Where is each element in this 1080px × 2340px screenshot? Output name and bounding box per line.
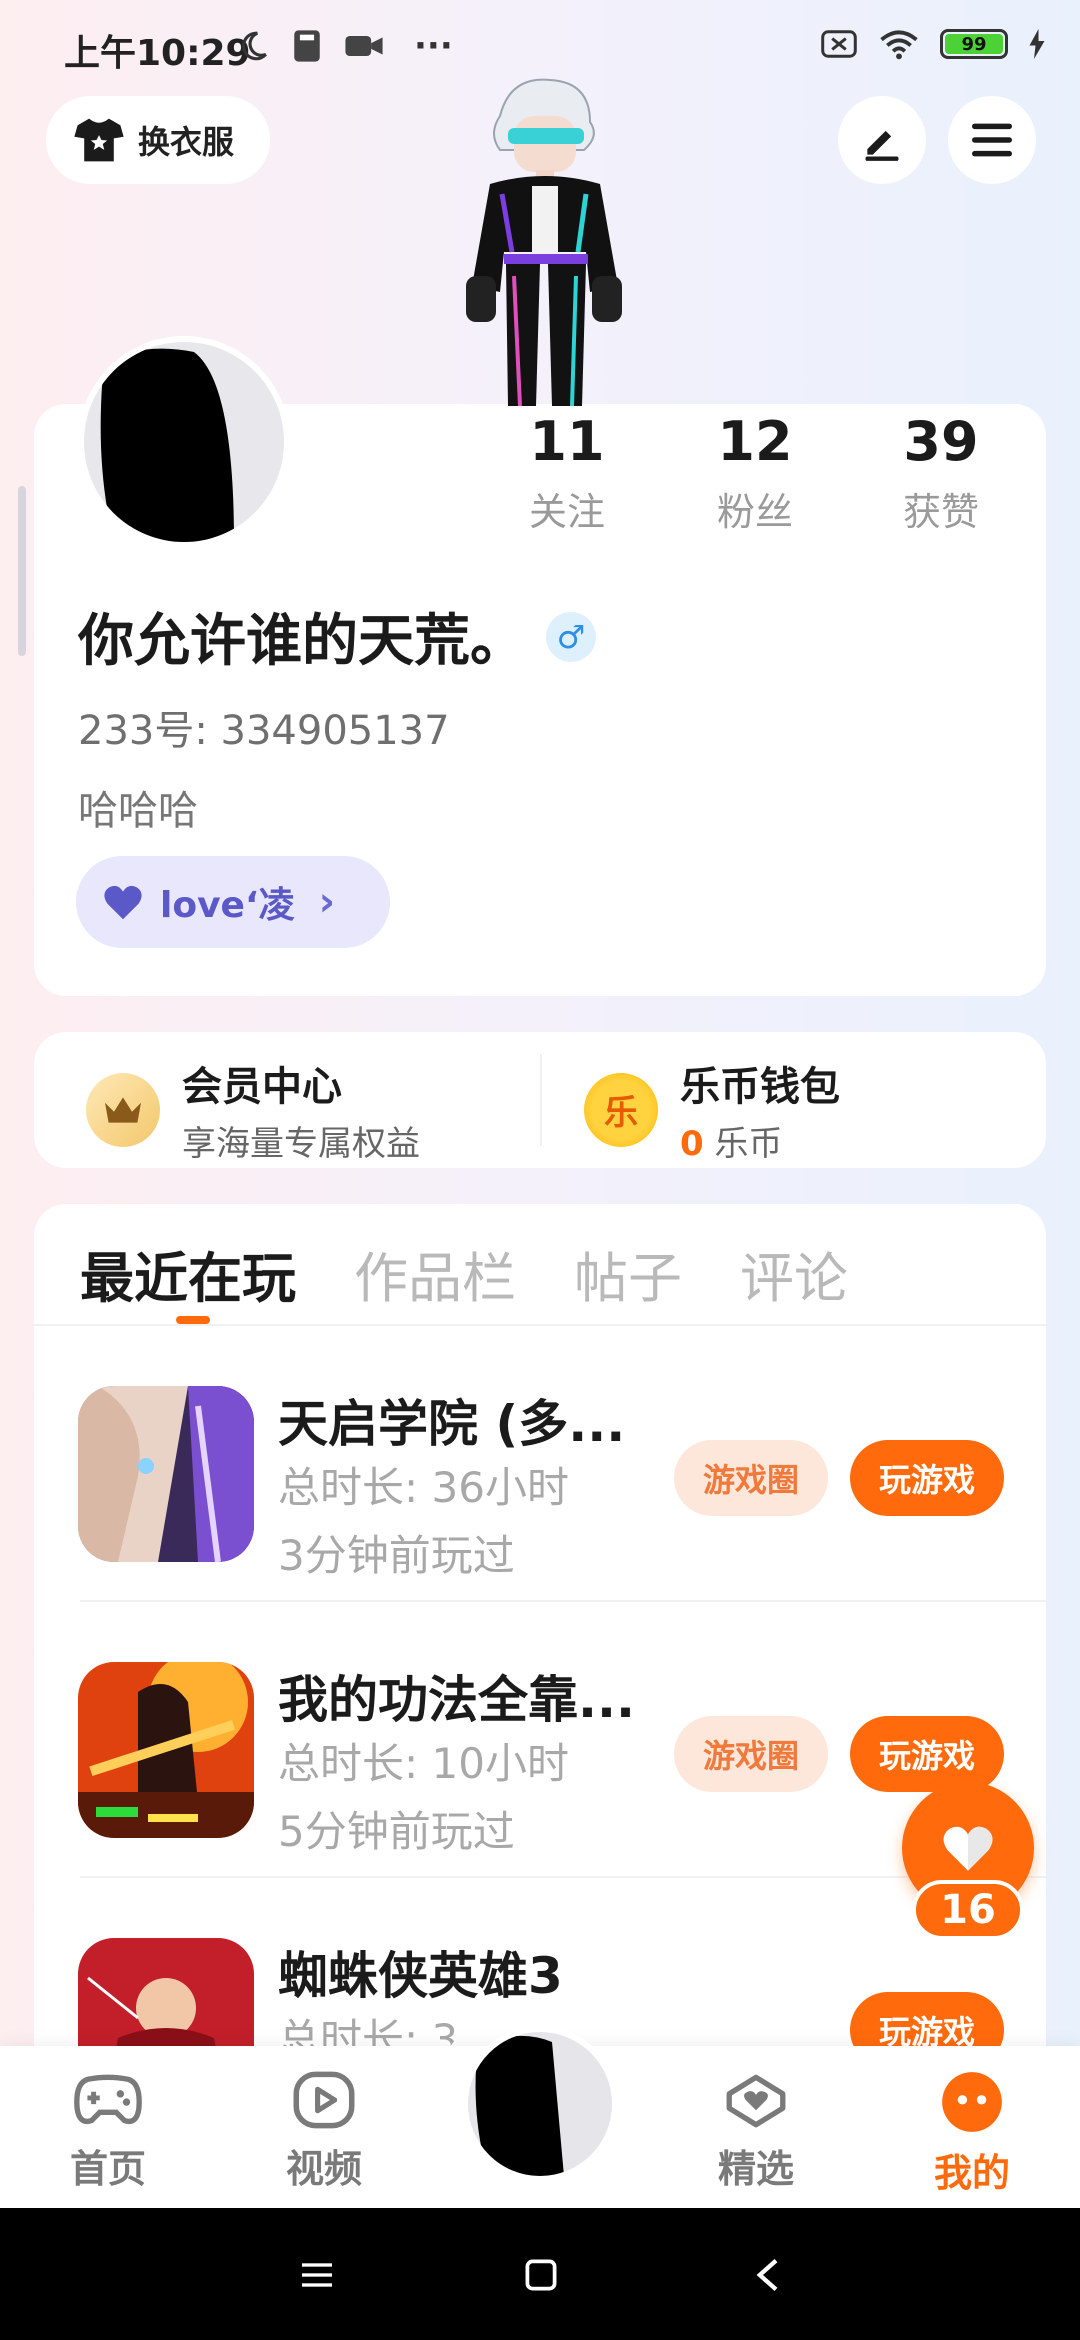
nav-mine[interactable]: 我的 [912,2070,1032,2197]
game-row[interactable]: 天启学院 (多... 总时长: 36小时 3分钟前玩过 游戏圈 玩游戏 [34,1326,1046,1602]
edit-profile-button[interactable] [838,96,926,184]
moon-icon [242,31,267,61]
love-partner-pill[interactable]: love‘凌 › [76,856,390,948]
video-camera-icon [345,36,383,56]
stat-fans[interactable]: 12 粉丝 [680,410,830,536]
fans-count: 12 [717,410,793,473]
square-icon [525,2259,557,2291]
game-circle-button[interactable]: 游戏圈 [674,1716,828,1792]
tab-comments[interactable]: 评论 [740,1234,848,1313]
user-avatar[interactable] [78,336,290,548]
coin-icon: 乐 [584,1072,658,1147]
nav-home-label: 首页 [69,2147,146,2191]
coin-unit: 乐币 [714,1124,783,1164]
coin-wallet-balance: 0 乐币 [680,1116,840,1165]
nav-featured[interactable]: 精选 [696,2070,816,2193]
menu-lines-icon [302,2263,332,2287]
love-partner-name: love‘凌 [160,885,295,926]
floating-like-count: 16 [912,1880,1024,1940]
nickname-row: 你允许谁的天荒。 ♂ [78,596,596,677]
gamepad-icon [74,2074,142,2125]
nav-avatar-button[interactable] [462,2026,618,2182]
change-outfit-label: 换衣服 [138,123,235,161]
fans-label: 粉丝 [716,490,793,534]
member-center-title: 会员中心 [182,1064,342,1110]
menu-button[interactable] [948,96,1036,184]
mi-app-icon [294,30,320,62]
nav-mine-label: 我的 [933,2151,1010,2195]
likes-label: 获赞 [902,490,979,534]
game-circle-button[interactable]: 游戏圈 [674,1440,828,1516]
game-title: 我的功法全靠... [278,1671,635,1729]
user-id: 233号: 334905137 [78,708,450,754]
nav-home[interactable]: 首页 [48,2070,168,2193]
back-button[interactable] [742,2250,792,2300]
nav-featured-label: 精选 [717,2147,794,2191]
chevron-right-icon: › [318,879,336,925]
wallet-divider [540,1054,542,1146]
nav-video[interactable]: 视频 [264,2070,384,2193]
member-center-entry[interactable]: 会员中心 享海量专属权益 [86,1054,420,1165]
recent-games-card: 最近在玩 作品栏 帖子 评论 天启学院 (多... 总时长: 36小时 3分钟前… [34,1204,1046,2104]
status-left-icons: ··· [236,26,453,66]
game-icon-gongfa [78,1662,254,1838]
play-icon [293,2071,355,2129]
no-sim-icon [821,30,857,58]
tab-recent-play[interactable]: 最近在玩 [80,1234,296,1313]
home-button[interactable] [516,2250,566,2300]
tab-works[interactable]: 作品栏 [354,1234,516,1313]
game-title: 天启学院 (多... [278,1395,626,1453]
bio: 哈哈哈 [78,788,198,834]
tab-posts[interactable]: 帖子 [574,1234,682,1313]
coin-amount: 0 [680,1124,704,1164]
wifi-icon [880,30,918,60]
game-duration: 总时长: 36小时 [278,1463,569,1512]
heart-chat-icon [726,2074,786,2128]
coin-icon-char: 乐 [604,1093,638,1133]
charging-icon [1029,29,1045,59]
play-game-button[interactable]: 玩游戏 [850,1440,1004,1516]
heart-icon [104,885,142,920]
coin-wallet-title: 乐币钱包 [680,1064,840,1110]
coin-wallet-entry[interactable]: 乐 乐币钱包 0 乐币 [584,1054,840,1165]
nav-video-label: 视频 [285,2147,362,2191]
game-last-played: 5分钟前玩过 [278,1807,515,1856]
play-game-button[interactable]: 玩游戏 [850,1716,1004,1792]
scroll-indicator [18,486,26,656]
user-avatar-image [84,342,284,542]
following-count: 11 [529,410,605,473]
stat-likes[interactable]: 39 获赞 [866,410,1016,536]
battery-indicator: 99 [940,29,1008,59]
game-title: 蜘蛛侠英雄3 [278,1947,563,2005]
status-right-icons: 99 [820,28,1046,60]
heart-icon [943,1826,993,1871]
recent-apps-button[interactable] [292,2250,342,2300]
stat-following[interactable]: 11 关注 [492,410,642,536]
crown-icon [86,1072,160,1147]
game-row[interactable]: 我的功法全靠... 总时长: 10小时 5分钟前玩过 游戏圈 玩游戏 [34,1602,1046,1878]
battery-level: 99 [945,34,1003,55]
character-avatar[interactable] [440,76,640,407]
active-tab-indicator [176,1316,210,1324]
more-dots: ··· [414,26,453,66]
following-label: 关注 [528,490,605,534]
likes-count: 39 [903,410,979,473]
hamburger-icon [972,123,1012,157]
game-duration: 总时长: 10小时 [278,1739,569,1788]
game-icon-tianqi [78,1386,254,1562]
change-outfit-button[interactable]: 换衣服 [46,96,270,184]
status-time: 上午10:29 [64,33,251,74]
gender-male-icon: ♂ [546,611,596,662]
smile-icon [942,2072,1002,2132]
tshirt-icon [74,118,124,162]
pen-icon [865,130,899,161]
back-chevron-icon [756,2258,778,2292]
nav-avatar-image [468,2032,612,2176]
profile-tabs: 最近在玩 作品栏 帖子 评论 [80,1234,848,1313]
member-center-subtitle: 享海量专属权益 [182,1124,420,1164]
character-figure [466,78,622,407]
game-last-played: 3分钟前玩过 [278,1531,515,1580]
nickname: 你允许谁的天荒。 [78,609,526,674]
